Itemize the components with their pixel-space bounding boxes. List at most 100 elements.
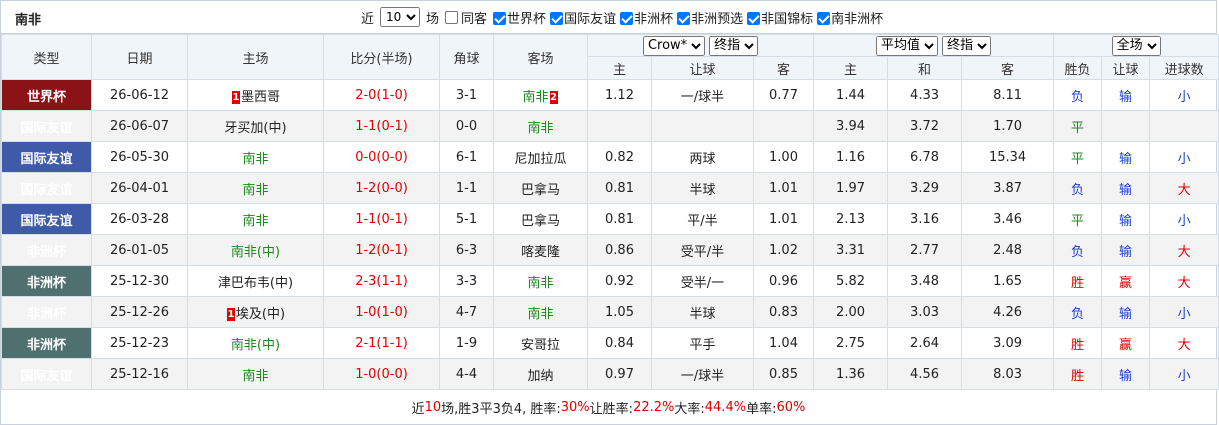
filter-label: 非国锦标	[761, 11, 814, 27]
handicap-home-odds: 0.82	[587, 141, 652, 173]
match-score[interactable]: 1-2(0-0)	[323, 172, 440, 204]
away-team[interactable]: 巴拿马	[493, 172, 588, 204]
home-team[interactable]: 1 墨西哥	[187, 79, 324, 111]
filter-checkbox[interactable]	[493, 11, 507, 25]
handicap-mode-select[interactable]: 终指	[709, 35, 759, 56]
handicap-away-odds: 0.77	[752, 79, 815, 111]
europe-away-odds: 8.11	[961, 79, 1055, 111]
match-type[interactable]: 非洲杯	[1, 327, 92, 359]
away-team[interactable]: 安哥拉	[493, 327, 588, 359]
europe-draw-odds: 4.33	[887, 79, 963, 111]
match-score[interactable]: 2-1(1-1)	[323, 327, 440, 359]
away-team[interactable]: 南非	[493, 296, 588, 328]
away-team[interactable]: 南非	[493, 265, 588, 297]
match-type[interactable]: 国际友谊	[1, 110, 92, 142]
summary-record: 场,胜3平3负4, 胜率:	[441, 401, 561, 417]
home-team[interactable]: 南非	[187, 141, 324, 173]
result-win-loss: 负	[1053, 172, 1103, 204]
company-select[interactable]: Crow*	[642, 35, 705, 56]
average-select[interactable]: 平均值	[875, 35, 938, 56]
home-team[interactable]: 南非	[187, 358, 324, 390]
handicap-away-odds: 1.01	[752, 203, 815, 235]
europe-away-odds: 3.46	[961, 203, 1055, 235]
result-win-loss: 负	[1053, 234, 1103, 266]
match-date: 25-12-30	[91, 265, 188, 297]
match-score[interactable]: 1-2(0-1)	[323, 234, 440, 266]
away-team-name: 南非	[527, 120, 554, 136]
table-row: 国际友谊 26-03-28 南非 1-1(0-1) 5-1 巴拿马 0.81 平/半 1.01 2…	[1, 203, 1219, 235]
away-team[interactable]: 巴拿马	[493, 203, 588, 235]
result-group-header: 全场	[1053, 34, 1219, 57]
match-score[interactable]: 1-1(0-1)	[323, 110, 440, 142]
match-score[interactable]: 0-0(0-0)	[323, 141, 440, 173]
result-handicap: 输	[1101, 296, 1151, 328]
red-card-icon: 2	[549, 90, 558, 104]
same-home-checkbox[interactable]	[445, 10, 459, 24]
match-type[interactable]: 非洲杯	[1, 234, 92, 266]
home-team[interactable]: 1 埃及(中)	[187, 296, 324, 328]
corner-score: 6-1	[439, 141, 494, 173]
match-type[interactable]: 国际友谊	[1, 141, 92, 173]
result-win-loss: 胜	[1053, 327, 1103, 359]
corner-score: 4-4	[439, 358, 494, 390]
match-date: 26-04-01	[91, 172, 188, 204]
filter-checkbox[interactable]	[817, 11, 831, 25]
result-goals	[1149, 110, 1219, 142]
summary-prefix: 近	[411, 401, 425, 417]
filter-checkbox[interactable]	[620, 11, 634, 25]
home-team[interactable]: 南非	[187, 172, 324, 204]
table-row: 非洲杯 25-12-30 津巴布韦(中) 2-3(1-1) 3-3 南非 0.92 受半/一 0…	[1, 265, 1219, 297]
match-score[interactable]: 1-1(0-1)	[323, 203, 440, 235]
handicap-line: 受半/一	[651, 265, 754, 297]
match-date: 25-12-16	[91, 358, 188, 390]
away-team[interactable]: 加纳	[493, 358, 588, 390]
result-goals: 小	[1149, 79, 1219, 111]
red-card-icon: 1	[226, 307, 235, 321]
match-type[interactable]: 国际友谊	[1, 358, 92, 390]
away-team[interactable]: 南非 2	[493, 79, 588, 111]
match-score[interactable]: 2-0(1-0)	[323, 79, 440, 111]
team-title: 南非	[15, 13, 42, 28]
away-team[interactable]: 喀麦隆	[493, 234, 588, 266]
away-team-name: 南非	[527, 306, 554, 322]
home-team[interactable]: 南非(中)	[187, 234, 324, 266]
result-goals: 大	[1149, 234, 1219, 266]
match-type[interactable]: 国际友谊	[1, 203, 92, 235]
away-team[interactable]: 南非	[493, 110, 588, 142]
europe-home-odds: 3.31	[813, 234, 889, 266]
recent-count-select[interactable]: 10	[380, 7, 421, 27]
match-type[interactable]: 世界杯	[1, 79, 92, 111]
home-team[interactable]: 南非(中)	[187, 327, 324, 359]
home-team[interactable]: 南非	[187, 203, 324, 235]
scope-select[interactable]: 全场	[1111, 35, 1161, 56]
recent-unit: 场	[426, 11, 440, 27]
match-date: 26-03-28	[91, 203, 188, 235]
europe-draw-odds: 3.03	[887, 296, 963, 328]
red-card-icon: 1	[231, 90, 240, 104]
summary-over-label: 大率:	[674, 401, 705, 417]
away-team[interactable]: 尼加拉瓜	[493, 141, 588, 173]
result-win-loss: 负	[1053, 296, 1103, 328]
corner-score: 5-1	[439, 203, 494, 235]
table-row: 国际友谊 25-12-16 南非 1-0(0-0) 4-4 加纳 0.97 一/球半 0.85 1…	[1, 358, 1219, 390]
europe-home-odds: 3.94	[813, 110, 889, 142]
match-type[interactable]: 国际友谊	[1, 172, 92, 204]
europe-away-odds: 1.70	[961, 110, 1055, 142]
filter-checkbox[interactable]	[747, 11, 761, 25]
europe-home-odds: 2.75	[813, 327, 889, 359]
away-team-name: 加纳	[527, 368, 554, 384]
handicap-away-odds: 0.83	[752, 296, 815, 328]
match-type[interactable]: 非洲杯	[1, 265, 92, 297]
match-score[interactable]: 1-0(1-0)	[323, 296, 440, 328]
table-row: 国际友谊 26-04-01 南非 1-2(0-0) 1-1 巴拿马 0.81 半球 1.01 1.…	[1, 172, 1219, 204]
europe-home-odds: 1.16	[813, 141, 889, 173]
filter-checkbox[interactable]	[677, 11, 691, 25]
match-score[interactable]: 1-0(0-0)	[323, 358, 440, 390]
home-team[interactable]: 津巴布韦(中)	[187, 265, 324, 297]
filter-checkbox[interactable]	[550, 11, 564, 25]
match-type[interactable]: 非洲杯	[1, 296, 92, 328]
europe-mode-select[interactable]: 终指	[942, 35, 992, 56]
match-score[interactable]: 2-3(1-1)	[323, 265, 440, 297]
home-team[interactable]: 牙买加(中)	[187, 110, 324, 142]
handicap-away-odds	[752, 110, 815, 142]
